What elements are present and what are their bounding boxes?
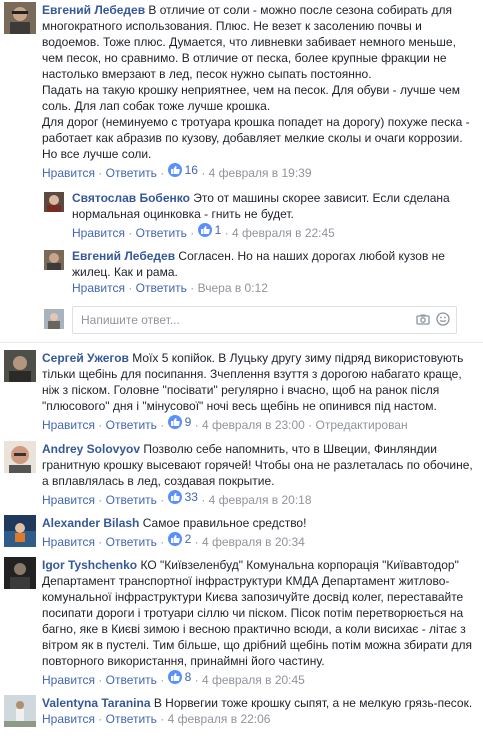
like-count[interactable]: 2 [167, 531, 191, 547]
comment-author[interactable]: Евгений Лебедев [72, 249, 175, 263]
reply-input[interactable]: Напишите ответ... [72, 306, 457, 334]
reply-button[interactable]: Ответить [106, 535, 157, 549]
like-button[interactable]: Нравится [42, 166, 95, 180]
comment-text: Евгений Лебедев В отличие от соли - можн… [42, 3, 470, 161]
reply-button[interactable]: Ответить [106, 712, 157, 726]
like-button[interactable]: Нравится [42, 418, 95, 432]
like-count[interactable]: 1 [197, 222, 221, 238]
like-button[interactable]: Нравится [72, 281, 125, 295]
like-button[interactable]: Нравится [42, 712, 95, 726]
avatar[interactable] [4, 441, 36, 473]
like-button[interactable]: Нравится [72, 226, 125, 240]
comment-timestamp[interactable]: 4 февраля в 22:45 [232, 226, 335, 240]
comment-text: Alexander Bilash Самое правильное средст… [42, 516, 307, 530]
avatar[interactable] [44, 250, 64, 270]
comment-timestamp[interactable]: 4 февраля в 20:34 [202, 535, 305, 549]
comment-actions: Нравится · Ответить · 33 · 4 февраля в 2… [42, 489, 312, 507]
comment-actions: Нравится · Ответить · 9 · 4 февраля в 23… [42, 414, 408, 432]
reply-button[interactable]: Ответить [106, 673, 157, 687]
like-icon [167, 670, 182, 684]
emoji-icon[interactable] [436, 312, 450, 329]
comment-timestamp[interactable]: 4 февраля в 20:18 [209, 493, 312, 507]
comment-actions: Нравится · Ответить · 4 февраля в 22:06 [42, 712, 271, 726]
comment-timestamp[interactable]: 4 февраля в 23:00 [202, 418, 305, 432]
like-icon [167, 163, 182, 177]
comment-author[interactable]: Святослав Бобенко [72, 191, 190, 205]
comment-author[interactable]: Alexander Bilash [42, 516, 139, 530]
like-icon [167, 415, 182, 429]
like-icon [167, 490, 182, 504]
avatar[interactable] [4, 695, 36, 727]
comment-author[interactable]: Andrey Solovyov [42, 442, 140, 456]
reply-button[interactable]: Ответить [106, 493, 157, 507]
comment-actions: Нравится · Ответить · 8 · 4 февраля в 20… [42, 669, 305, 687]
like-count[interactable]: 33 [167, 489, 198, 505]
avatar[interactable] [4, 2, 36, 34]
comment-author[interactable]: Евгений Лебедев [42, 3, 145, 17]
comment-actions: Нравится · Ответить · 16 · 4 февраля в 1… [42, 162, 312, 180]
comment-author[interactable]: Valentyna Taranina [42, 696, 151, 710]
reply-button[interactable]: Ответить [136, 226, 187, 240]
comment-text: Святослав Бобенко Это от машины скорее з… [72, 191, 450, 221]
like-icon [197, 223, 212, 237]
avatar[interactable] [4, 515, 36, 547]
comment-timestamp[interactable]: Вчера в 0:12 [198, 281, 268, 295]
comment-timestamp[interactable]: 4 февраля в 22:06 [168, 712, 271, 726]
reply-button[interactable]: Ответить [106, 418, 157, 432]
comment-text: Сергей Ужегов Моїх 5 копійок. В Луцьку д… [42, 351, 464, 413]
reply-button[interactable]: Ответить [106, 166, 157, 180]
like-count[interactable]: 9 [167, 414, 191, 430]
like-count[interactable]: 8 [167, 669, 191, 685]
current-user-avatar [44, 309, 64, 329]
like-button[interactable]: Нравится [42, 673, 95, 687]
comment-author[interactable]: Igor Tyshchenko [42, 558, 137, 572]
comment-author[interactable]: Сергей Ужегов [42, 351, 129, 365]
avatar[interactable] [44, 192, 64, 212]
comment-text: Andrey Solovyov Позволю себе напомнить, … [42, 442, 473, 488]
avatar[interactable] [4, 350, 36, 382]
comment-actions: Нравится · Ответить · 2 · 4 февраля в 20… [42, 531, 305, 549]
like-button[interactable]: Нравится [42, 535, 95, 549]
comment-timestamp[interactable]: 4 февраля в 19:39 [209, 166, 312, 180]
comment-actions: Нравится · Ответить · 1 · 4 февраля в 22… [72, 222, 335, 240]
reply-button[interactable]: Ответить [136, 281, 187, 295]
comment-timestamp[interactable]: 4 февраля в 20:45 [202, 673, 305, 687]
comment-text: Евгений Лебедев Согласен. Но на наших до… [72, 249, 445, 279]
reply-placeholder: Напишите ответ... [81, 313, 180, 327]
avatar[interactable] [4, 557, 36, 589]
like-button[interactable]: Нравится [42, 493, 95, 507]
edited-label[interactable]: Отредактирован [316, 418, 408, 432]
like-count[interactable]: 16 [167, 162, 198, 178]
divider [0, 342, 483, 343]
like-icon [167, 532, 182, 546]
comment-actions: Нравится · Ответить · Вчера в 0:12 [72, 281, 268, 295]
comment-text: Valentyna Taranina В Норвегии тоже крошк… [42, 696, 473, 710]
comment-text: Igor Tyshchenko КО "Київзеленбуд" Комуна… [42, 558, 472, 668]
camera-icon[interactable] [416, 312, 430, 329]
